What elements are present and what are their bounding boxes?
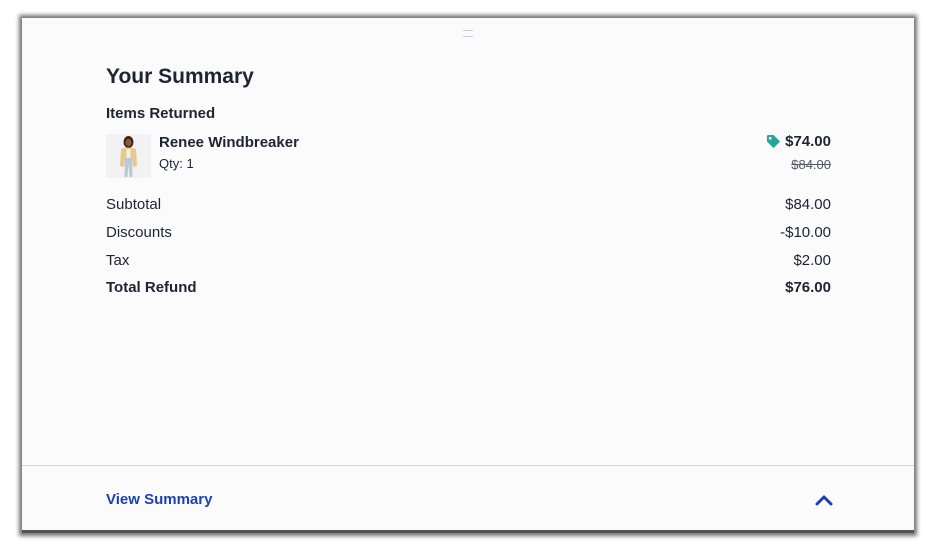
total-refund-row: Total Refund $76.00 <box>106 279 831 296</box>
item-name: Renee Windbreaker <box>159 134 299 151</box>
product-image-icon <box>106 134 151 178</box>
subtotal-value: $84.00 <box>785 196 831 213</box>
subtotal-row: Subtotal $84.00 <box>106 196 831 213</box>
tax-label: Tax <box>106 252 130 269</box>
item-price: $74.00 <box>766 133 831 150</box>
item-price-value: $74.00 <box>785 133 831 150</box>
chevron-up-icon[interactable] <box>815 493 833 507</box>
total-refund-label: Total Refund <box>106 279 197 296</box>
view-summary-link[interactable]: View Summary <box>106 491 212 508</box>
summary-title: Your Summary <box>106 65 254 88</box>
discounts-label: Discounts <box>106 224 172 241</box>
drag-handle-icon[interactable] <box>463 30 473 37</box>
items-returned-label: Items Returned <box>106 105 216 122</box>
item-quantity: Qty: 1 <box>159 156 194 171</box>
summary-panel: Your Summary Items Returned Renee Windbr… <box>22 18 914 533</box>
discounts-value: -$10.00 <box>780 224 831 241</box>
item-thumbnail <box>106 134 151 178</box>
footer-divider <box>22 465 914 466</box>
discounts-row: Discounts -$10.00 <box>106 224 831 241</box>
tax-row: Tax $2.00 <box>106 252 831 269</box>
item-original-price: $84.00 <box>791 157 831 172</box>
tax-value: $2.00 <box>793 252 831 269</box>
total-refund-value: $76.00 <box>785 279 831 296</box>
subtotal-label: Subtotal <box>106 196 162 213</box>
price-tag-icon <box>767 134 781 149</box>
